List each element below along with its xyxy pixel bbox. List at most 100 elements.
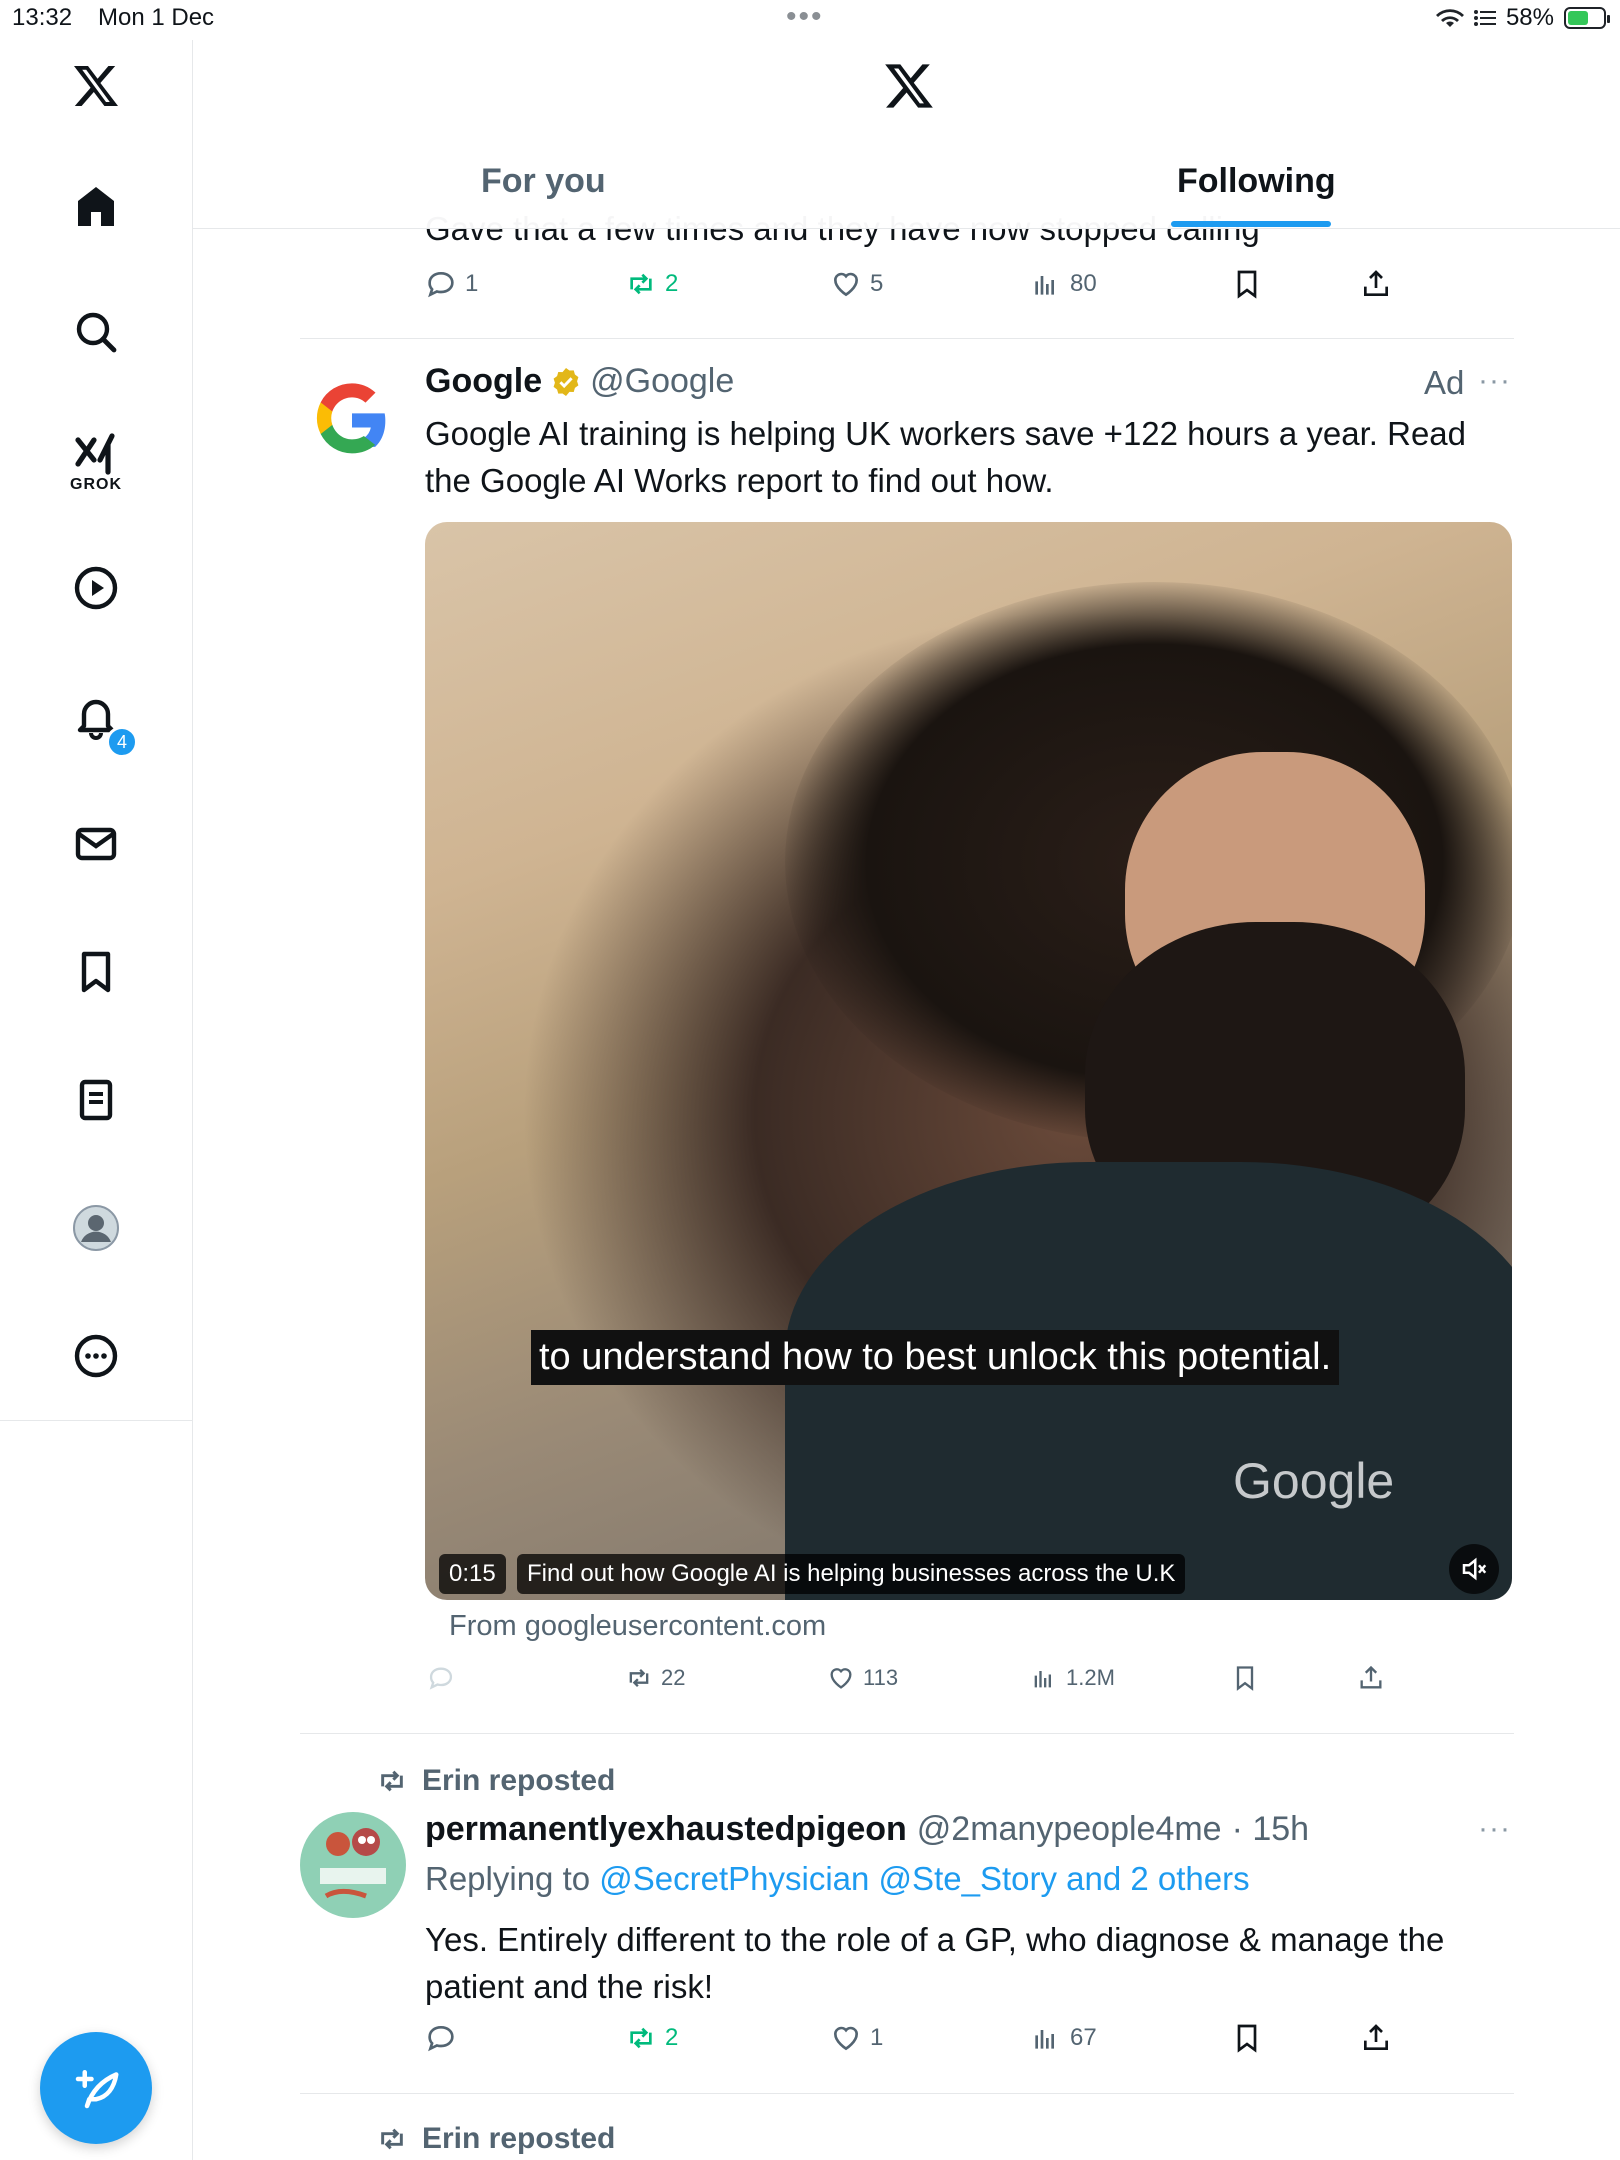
list-icon — [79, 1079, 113, 1121]
post-time[interactable]: · 15h — [1232, 1810, 1310, 1849]
more-options-icon[interactable]: ··· — [1478, 1812, 1511, 1846]
tab-for-you[interactable]: For you — [481, 162, 606, 201]
bookmark-icon — [1237, 2024, 1257, 2053]
views-button[interactable]: 80 — [1030, 268, 1097, 300]
repost-button[interactable]: 2 — [625, 2022, 678, 2054]
views-icon — [1034, 1671, 1051, 1688]
replying-to: Replying to @SecretPhysician @Ste_Story … — [425, 1860, 1250, 1898]
post-divider — [300, 2093, 1514, 2094]
replying-mentions[interactable]: @SecretPhysician @Ste_Story and 2 others — [599, 1860, 1249, 1897]
reply-icon — [429, 1667, 453, 1690]
sidebar-divider — [0, 1420, 192, 1421]
reply-icon — [428, 2025, 454, 2052]
timeline-header: For you Following — [193, 40, 1620, 229]
ad-video[interactable]: to understand how to best unlock this po… — [425, 522, 1512, 1600]
sidebar-item-notifications[interactable] — [0, 692, 192, 740]
battery-percent: 58% — [1505, 4, 1554, 31]
views-button[interactable]: 67 — [1030, 2022, 1097, 2054]
sidebar-item-grok[interactable] — [0, 428, 192, 476]
repost-button[interactable]: 2 — [625, 268, 678, 300]
author-name[interactable]: permanentlyexhaustedpigeon — [425, 1810, 907, 1849]
share-button[interactable] — [1357, 1664, 1385, 1692]
x-logo-icon — [885, 64, 933, 108]
like-count: 113 — [863, 1665, 899, 1690]
repost-icon — [630, 273, 652, 295]
author-name[interactable]: Google — [425, 362, 542, 401]
repost-post-text: Yes. Entirely different to the role of a… — [425, 1921, 1445, 2005]
bookmark-button[interactable] — [1231, 2022, 1263, 2054]
header-x-logo[interactable] — [883, 60, 935, 117]
sidebar-item-messages[interactable] — [0, 820, 192, 868]
reposted-by[interactable]: Erin reposted — [422, 1764, 615, 1798]
like-button[interactable]: 1 — [830, 2022, 883, 2054]
sidebar: GROK 4 — [0, 40, 193, 2160]
bookmark-button[interactable] — [1231, 268, 1263, 300]
views-icon — [1035, 2030, 1054, 2049]
status-time: 13:32 — [12, 4, 73, 31]
sidebar-item-home[interactable] — [0, 182, 192, 230]
repost-button[interactable]: 22 — [625, 1664, 685, 1692]
sidebar-item-bookmarks[interactable] — [0, 948, 192, 996]
sidebar-item-video[interactable] — [0, 564, 192, 612]
sidebar-item-explore[interactable] — [0, 308, 192, 356]
google-logo-icon — [316, 383, 386, 454]
ad-post-text: Google AI training is helping UK workers… — [425, 415, 1467, 499]
google-avatar[interactable] — [312, 380, 392, 460]
like-button[interactable]: 5 — [830, 268, 883, 300]
reply-button[interactable] — [425, 2022, 457, 2054]
list-status-icon — [1473, 10, 1496, 26]
repost-post-actions: 2 1 67 — [425, 2022, 1425, 2066]
profile-icon — [73, 1205, 119, 1251]
bookmark-icon — [1236, 1666, 1254, 1691]
share-button[interactable] — [1360, 268, 1392, 300]
like-icon — [830, 1668, 852, 1689]
reply-button[interactable] — [427, 1664, 455, 1692]
x-logo-icon — [74, 66, 118, 106]
compose-button[interactable] — [40, 2032, 152, 2144]
wifi-icon — [1435, 9, 1464, 27]
video-watermark: Google — [1233, 1453, 1395, 1509]
active-tab-indicator — [1171, 221, 1331, 227]
sidebar-item-lists[interactable] — [0, 1076, 192, 1124]
status-date: Mon 1 Dec — [98, 4, 215, 31]
replying-prefix: Replying to — [425, 1860, 591, 1897]
views-count: 1.2M — [1066, 1665, 1115, 1690]
verified-icon — [553, 367, 579, 396]
share-button[interactable] — [1360, 2022, 1392, 2054]
bookmark-button[interactable] — [1231, 1664, 1259, 1692]
repost-indicator: Erin reposted — [376, 1764, 615, 1798]
sidebar-item-more[interactable] — [0, 1332, 192, 1380]
reposted-by[interactable]: Erin reposted — [422, 2122, 615, 2156]
ad-source[interactable]: From googleusercontent.com — [449, 1610, 826, 1643]
like-count: 1 — [870, 2024, 884, 2051]
ad-post-header: Google @Google — [425, 362, 734, 401]
reply-count: 1 — [465, 270, 479, 297]
video-title[interactable]: Find out how Google AI is helping busine… — [517, 1554, 1186, 1594]
mute-button[interactable] — [1449, 1544, 1499, 1594]
repost-count: 2 — [665, 2024, 679, 2051]
video-duration: 0:15 — [439, 1554, 506, 1594]
tab-following[interactable]: Following — [1177, 162, 1336, 201]
views-button[interactable]: 1.2M — [1030, 1664, 1115, 1692]
reply-button[interactable]: 1 — [425, 268, 478, 300]
more-options-icon[interactable]: ··· — [1478, 364, 1511, 398]
like-count: 5 — [870, 270, 884, 297]
share-icon — [1364, 270, 1388, 296]
mute-icon — [1462, 1557, 1487, 1581]
sidebar-item-profile[interactable] — [0, 1204, 192, 1252]
multitask-dots-icon[interactable]: ••• — [786, 0, 824, 34]
like-button[interactable]: 113 — [827, 1664, 898, 1692]
share-icon — [1360, 1665, 1382, 1689]
search-icon — [76, 312, 117, 353]
battery-icon — [1564, 7, 1610, 29]
ad-post-actions: 22 113 1.2M — [425, 1664, 1425, 1708]
author-handle[interactable]: @Google — [590, 362, 734, 401]
repost-count: 2 — [665, 270, 679, 297]
bookmark-icon — [1237, 270, 1257, 299]
sidebar-x-logo[interactable] — [0, 62, 192, 110]
home-icon — [78, 187, 114, 226]
author-handle[interactable]: @2manypeople4me — [917, 1810, 1222, 1849]
ad-label: Ad — [1424, 364, 1465, 401]
pigeon-avatar[interactable] — [300, 1812, 406, 1918]
next-repost-indicator: Erin reposted — [376, 2122, 615, 2156]
